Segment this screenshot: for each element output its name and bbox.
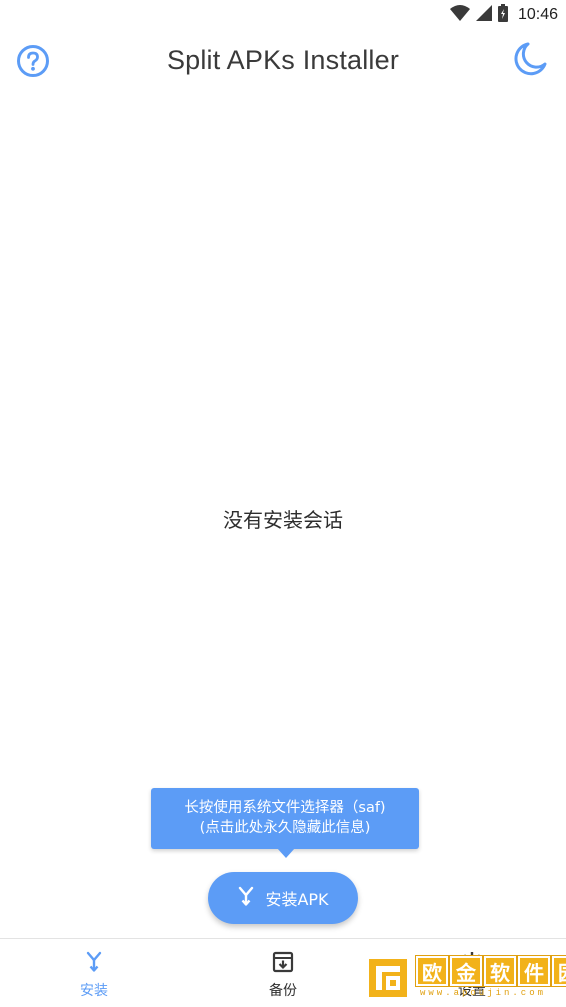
nav-label-backup: 备份 — [269, 983, 297, 999]
watermark-logo-icon — [368, 958, 408, 998]
tooltip-line-1: 长按使用系统文件选择器（saf) — [184, 800, 386, 816]
watermark-url: www.apoujin.com — [420, 988, 547, 998]
nav-item-backup[interactable]: 备份 — [189, 939, 377, 1007]
tooltip-arrow — [277, 848, 295, 858]
nav-label-install: 安装 — [80, 983, 108, 999]
cell-signal-icon — [475, 5, 492, 25]
install-apk-label: 安装APK — [265, 890, 329, 909]
moon-icon — [514, 41, 548, 81]
status-bar: 10:46 — [0, 0, 566, 30]
tooltip-line-2: (点击此处永久隐藏此信息) — [199, 820, 371, 836]
app-title: Split APKs Installer — [166, 45, 400, 75]
watermark-char: 园 — [551, 955, 566, 987]
merge-arrow-icon — [237, 886, 255, 910]
merge-arrow-icon — [0, 951, 188, 973]
empty-sessions-message: 没有安装会话 — [223, 508, 343, 532]
theme-toggle-button[interactable] — [511, 41, 551, 81]
watermark-char: 件 — [517, 955, 551, 987]
watermark-text: 欧 金 软 件 园 — [415, 955, 566, 987]
watermark-char: 金 — [449, 955, 483, 987]
install-apk-button[interactable]: 安装APK — [208, 872, 358, 924]
status-time: 10:46 — [517, 6, 558, 23]
wifi-icon — [449, 5, 470, 25]
watermark: 欧 金 软 件 园 www.apoujin.com — [368, 954, 566, 1002]
status-icons: 10:46 — [449, 4, 558, 26]
archive-box-icon — [189, 951, 377, 973]
watermark-char: 欧 — [415, 955, 449, 987]
saf-hint-tooltip[interactable]: 长按使用系统文件选择器（saf) (点击此处永久隐藏此信息) — [151, 788, 419, 849]
app-bar: Split APKs Installer — [0, 34, 566, 92]
battery-icon — [497, 4, 508, 26]
watermark-char: 软 — [483, 955, 517, 987]
nav-item-install[interactable]: 安装 — [0, 939, 188, 1007]
